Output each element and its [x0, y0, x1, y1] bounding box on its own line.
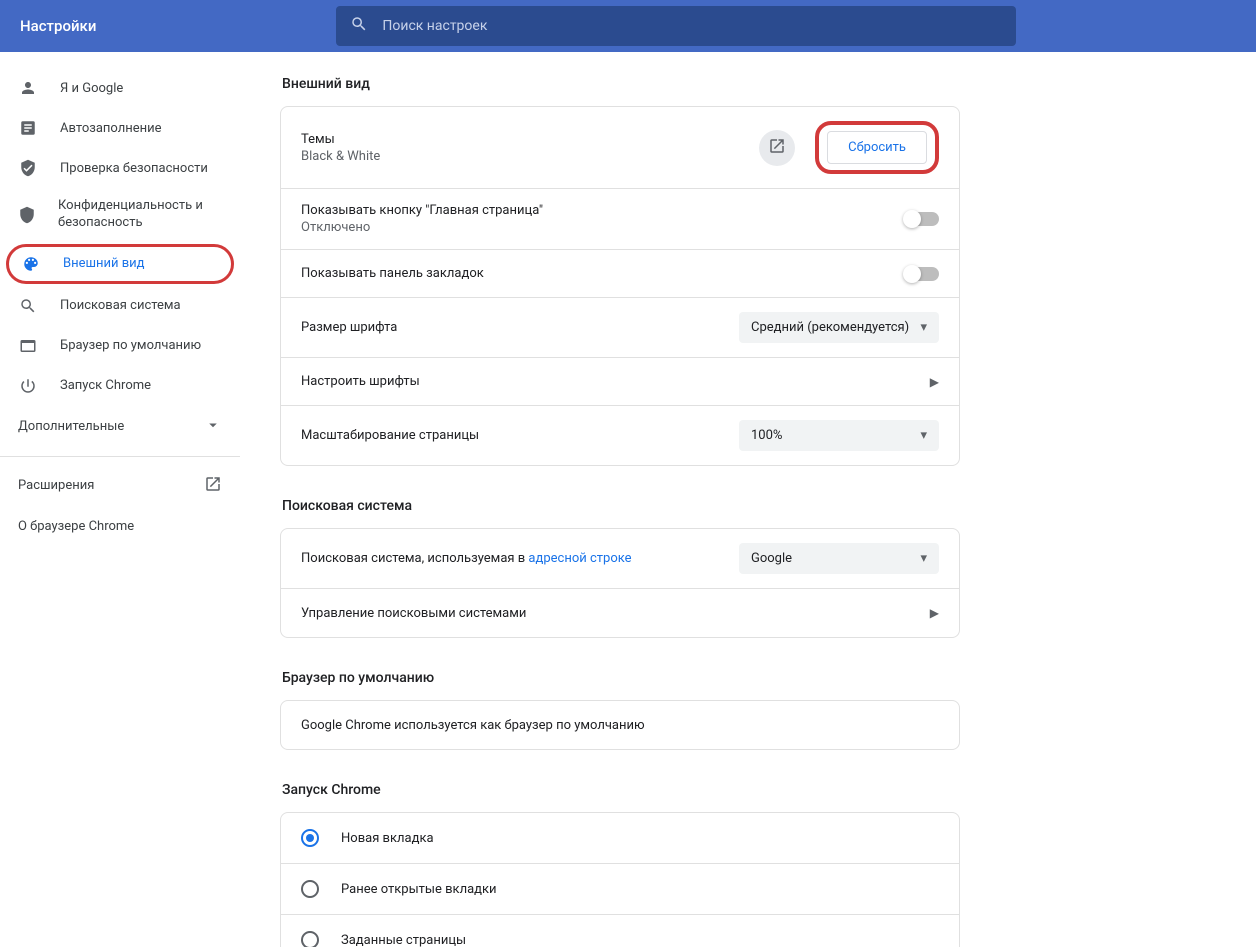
bookmarks-bar-row: Показывать панель закладок [281, 250, 959, 298]
bookmarks-label: Показывать панель закладок [301, 266, 484, 281]
sidebar-extensions[interactable]: Расширения [0, 465, 240, 507]
startup-card: Новая вкладка Ранее открытые вкладки Зад… [280, 812, 960, 947]
font-size-select[interactable]: Средний (рекомендуется) ▾ [739, 312, 939, 343]
zoom-label: Масштабирование страницы [301, 428, 479, 443]
section-title-search: Поисковая система [282, 498, 1216, 514]
section-title-startup: Запуск Chrome [282, 782, 1216, 798]
engine-label: Поисковая система, используемая в адресн… [301, 551, 632, 566]
search-engine-row: Поисковая система, используемая в адресн… [281, 529, 959, 589]
themes-label: Темы [301, 132, 380, 147]
home-button-row: Показывать кнопку "Главная страница" Отк… [281, 189, 959, 250]
reset-highlight: Сбросить [815, 121, 939, 174]
sidebar-item-label: Поисковая система [60, 298, 181, 313]
radio-unchecked-icon [301, 880, 319, 898]
themes-value: Black & White [301, 149, 380, 164]
themes-row[interactable]: Темы Black & White Сбросить [281, 107, 959, 189]
radio-checked-icon [301, 829, 319, 847]
chevron-down-icon [204, 416, 222, 438]
form-icon [18, 118, 38, 138]
page-zoom-row: Масштабирование страницы 100% ▾ [281, 406, 959, 465]
caret-down-icon: ▾ [920, 551, 927, 566]
sidebar-item-search-engine[interactable]: Поисковая система [0, 286, 240, 326]
bookmarks-toggle[interactable] [905, 267, 939, 281]
home-toggle[interactable] [905, 212, 939, 226]
font-size-row: Размер шрифта Средний (рекомендуется) ▾ [281, 298, 959, 358]
page-title: Настройки [20, 17, 96, 35]
sidebar-item-label: Браузер по умолчанию [60, 338, 201, 353]
search-card: Поисковая система, используемая в адресн… [280, 528, 960, 638]
sidebar-item-appearance[interactable]: Внешний вид [6, 244, 234, 284]
main-content: Внешний вид Темы Black & White Сбросить [240, 52, 1256, 947]
customize-fonts-row[interactable]: Настроить шрифты ▶ [281, 358, 959, 406]
palette-icon [21, 254, 41, 274]
divider [0, 456, 240, 457]
font-size-label: Размер шрифта [301, 320, 397, 335]
header: Настройки [0, 0, 1256, 52]
zoom-select[interactable]: 100% ▾ [739, 420, 939, 451]
search-icon [18, 296, 38, 316]
shield-icon [18, 205, 36, 225]
sidebar-item-label: Я и Google [60, 81, 123, 96]
startup-option-label: Новая вкладка [341, 831, 434, 846]
default-browser-row: Google Chrome используется как браузер п… [281, 701, 959, 749]
address-bar-link[interactable]: адресной строке [528, 551, 631, 566]
zoom-value: 100% [751, 428, 782, 443]
search-engine-select[interactable]: Google ▾ [739, 543, 939, 574]
sidebar-item-autofill[interactable]: Автозаполнение [0, 108, 240, 148]
sidebar-item-you-and-google[interactable]: Я и Google [0, 68, 240, 108]
chevron-right-icon: ▶ [930, 375, 939, 389]
startup-option-continue[interactable]: Ранее открытые вкладки [281, 864, 959, 915]
sidebar-about-label: О браузере Chrome [18, 519, 134, 534]
home-label: Показывать кнопку "Главная страница" [301, 203, 543, 218]
sidebar-advanced[interactable]: Дополнительные [0, 406, 240, 448]
startup-option-specific[interactable]: Заданные страницы [281, 915, 959, 947]
default-browser-card: Google Chrome используется как браузер п… [280, 700, 960, 750]
sidebar-item-label: Запуск Chrome [60, 378, 151, 393]
section-title-default-browser: Браузер по умолчанию [282, 670, 1216, 686]
sidebar-advanced-label: Дополнительные [18, 419, 124, 434]
shield-check-icon [18, 158, 38, 178]
sidebar-item-label: Внешний вид [63, 256, 145, 271]
engine-value: Google [751, 551, 792, 566]
sidebar: Я и Google Автозаполнение Проверка безоп… [0, 52, 240, 947]
section-title-appearance: Внешний вид [282, 76, 1216, 92]
startup-option-new-tab[interactable]: Новая вкладка [281, 813, 959, 864]
chevron-right-icon: ▶ [930, 606, 939, 620]
startup-option-label: Ранее открытые вкладки [341, 882, 497, 897]
reset-theme-button[interactable]: Сбросить [827, 131, 927, 164]
caret-down-icon: ▾ [920, 428, 927, 443]
sidebar-item-label: Автозаполнение [60, 121, 162, 136]
appearance-card: Темы Black & White Сбросить Показывать к… [280, 106, 960, 466]
sidebar-item-label: Конфиденциальность и безопасность [58, 198, 222, 232]
sidebar-item-default-browser[interactable]: Браузер по умолчанию [0, 326, 240, 366]
sidebar-item-safety[interactable]: Проверка безопасности [0, 148, 240, 188]
power-icon [18, 376, 38, 396]
search-icon [350, 15, 368, 37]
default-browser-text: Google Chrome используется как браузер п… [301, 718, 645, 733]
sidebar-item-label: Проверка безопасности [60, 161, 208, 176]
sidebar-item-privacy[interactable]: Конфиденциальность и безопасность [0, 188, 240, 242]
manage-search-engines-row[interactable]: Управление поисковыми системами ▶ [281, 589, 959, 637]
caret-down-icon: ▾ [920, 320, 927, 335]
manage-label: Управление поисковыми системами [301, 606, 526, 621]
font-size-value: Средний (рекомендуется) [751, 320, 909, 335]
sidebar-extensions-label: Расширения [18, 478, 94, 493]
search-input[interactable] [382, 18, 1002, 34]
open-in-new-icon [768, 137, 786, 159]
person-icon [18, 78, 38, 98]
radio-unchecked-icon [301, 931, 319, 947]
fonts-label: Настроить шрифты [301, 374, 420, 389]
open-in-new-icon [204, 475, 222, 497]
startup-option-label: Заданные страницы [341, 933, 466, 947]
sidebar-item-on-startup[interactable]: Запуск Chrome [0, 366, 240, 406]
home-value: Отключено [301, 220, 543, 235]
browser-icon [18, 336, 38, 356]
search-box[interactable] [336, 6, 1016, 46]
open-themes-button[interactable] [759, 130, 795, 166]
sidebar-about[interactable]: О браузере Chrome [0, 507, 240, 547]
